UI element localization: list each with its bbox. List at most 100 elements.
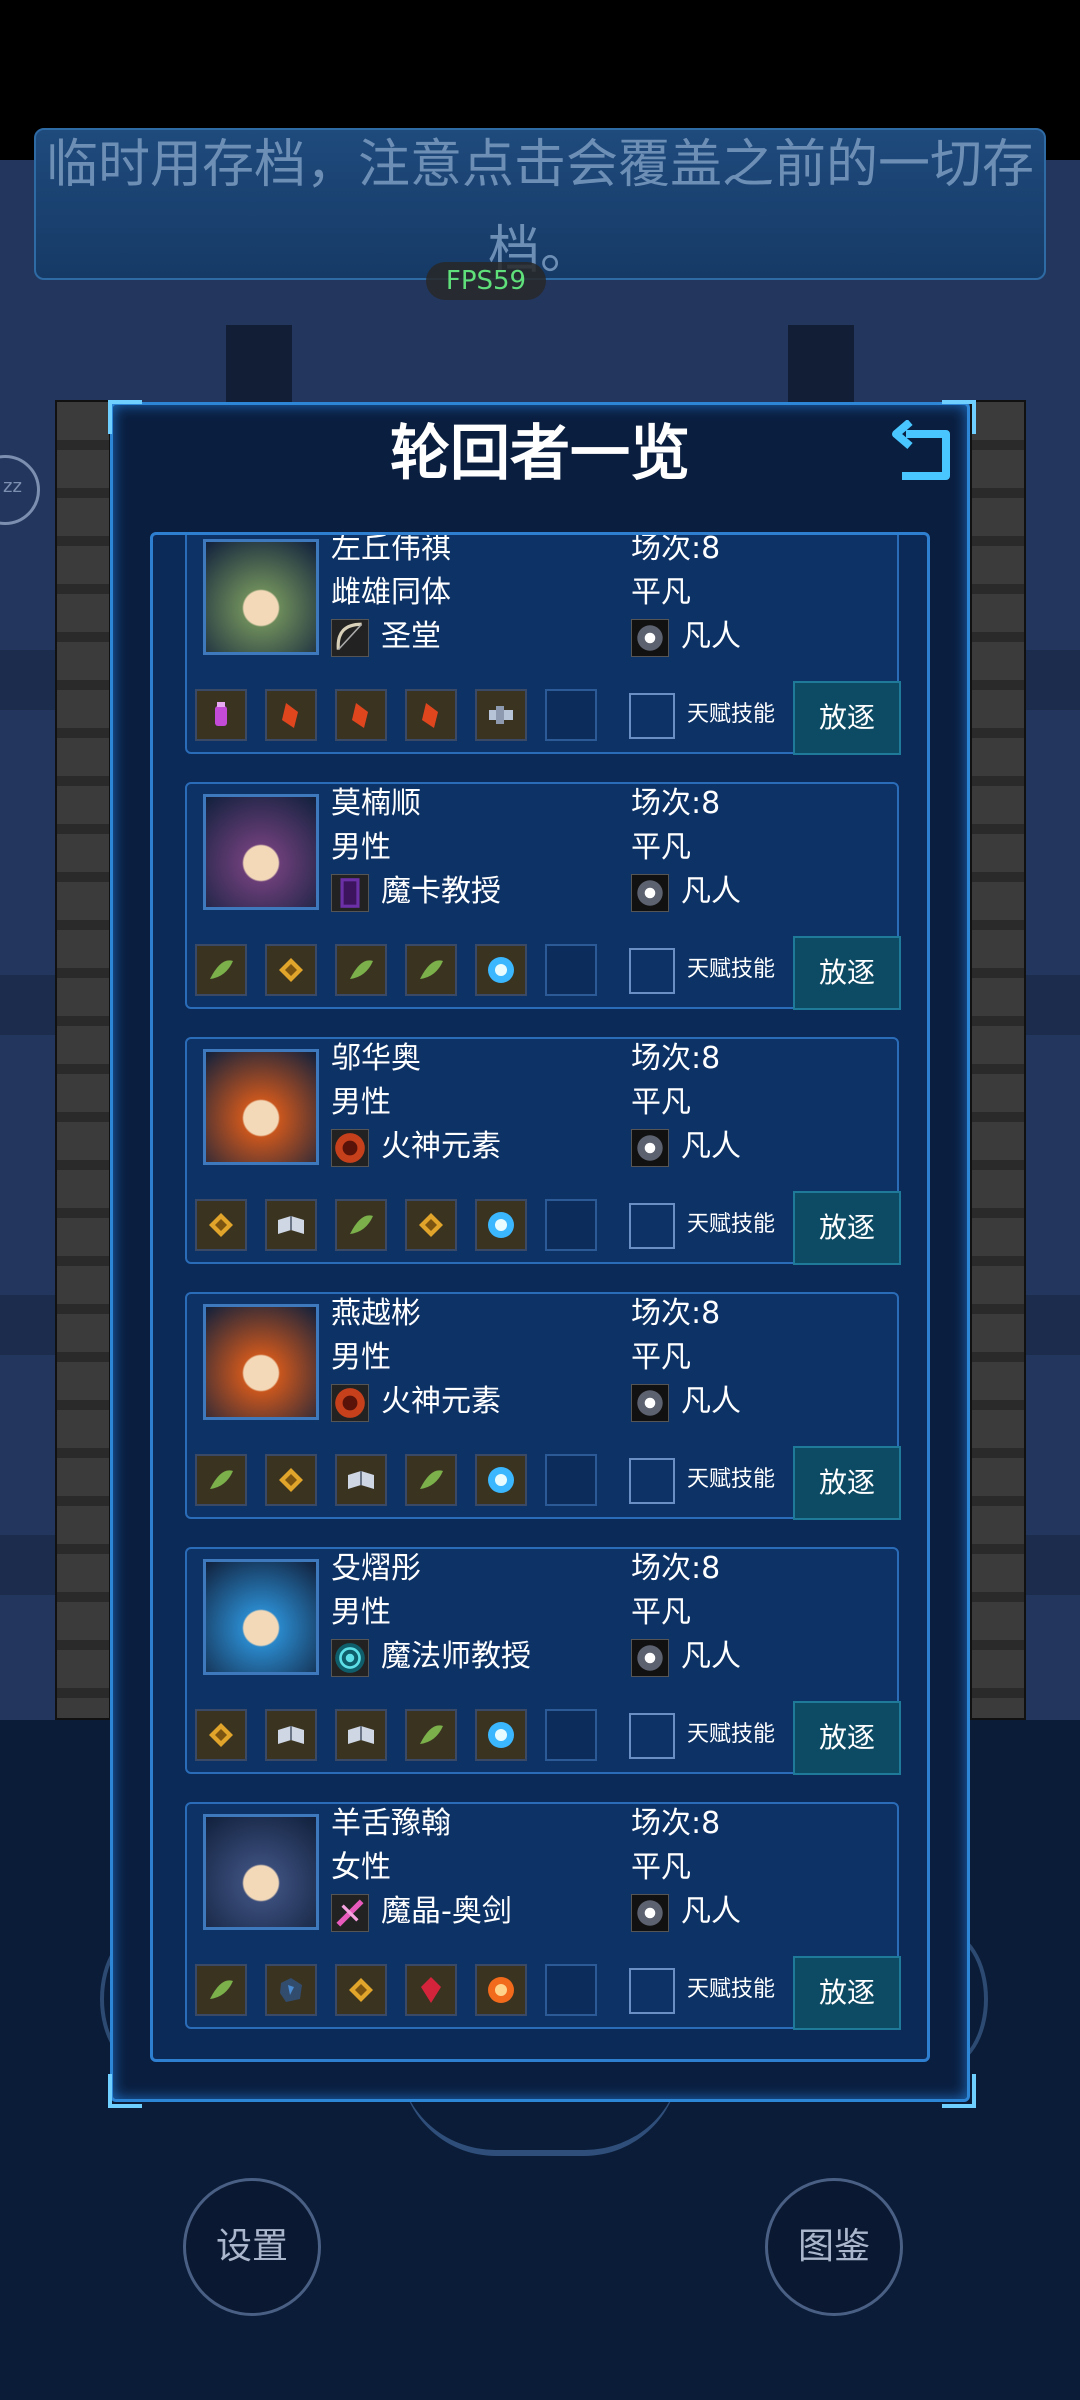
- character-class: 圣堂: [381, 619, 441, 654]
- right-wall: [970, 400, 1026, 1720]
- panel-title: 轮回者一览: [390, 419, 690, 489]
- equipment-slot[interactable]: [335, 1964, 387, 2016]
- talent-skill-slot[interactable]: [629, 693, 675, 739]
- equipment-slot[interactable]: [475, 1199, 527, 1251]
- back-arrow-icon[interactable]: [888, 420, 958, 490]
- character-gender: 男性: [331, 1085, 391, 1120]
- equipment-slot[interactable]: [265, 944, 317, 996]
- card-icon: [331, 874, 369, 912]
- equipment-slot[interactable]: [405, 1454, 457, 1506]
- settings-button[interactable]: 设置: [183, 2178, 321, 2316]
- empty-equipment-slot[interactable]: [545, 1964, 597, 2016]
- talent-skill-label: 天赋技能: [687, 702, 776, 727]
- character-card[interactable]: 左丘伟祺 雌雄同体 圣堂 场次:8 平凡 凡人 天赋技能 放逐: [185, 532, 901, 755]
- fire-face-icon: [331, 1129, 369, 1167]
- equipment-slot[interactable]: [405, 1199, 457, 1251]
- bow-icon: [331, 619, 369, 657]
- equipment-slot[interactable]: [195, 1709, 247, 1761]
- empty-equipment-slot[interactable]: [545, 689, 597, 741]
- equipment-slot[interactable]: [265, 1454, 317, 1506]
- character-card[interactable]: 燕越彬 男性 火神元素 场次:8 平凡 凡人 天赋技能 放逐: [185, 1292, 901, 1520]
- light-burst-icon: [488, 1722, 514, 1748]
- codex-button[interactable]: 图鉴: [765, 2178, 903, 2316]
- equipment-slot[interactable]: [335, 944, 387, 996]
- equipment-slot[interactable]: [265, 1199, 317, 1251]
- leaf-icon: [210, 960, 233, 979]
- equipment-slot[interactable]: [405, 1964, 457, 2016]
- pillar: [788, 325, 854, 405]
- rounds-count: 场次:8: [631, 1806, 721, 1841]
- amber-icon: [279, 958, 303, 982]
- equipment-slot[interactable]: [195, 1964, 247, 2016]
- exile-button[interactable]: 放逐: [793, 1701, 901, 1775]
- empty-equipment-slot[interactable]: [545, 944, 597, 996]
- character-name: 燕越彬: [331, 1296, 421, 1331]
- equipment-slot[interactable]: [195, 944, 247, 996]
- character-name: 左丘伟祺: [331, 532, 451, 566]
- exile-button[interactable]: 放逐: [793, 1191, 901, 1265]
- panel-corner: [108, 2074, 142, 2108]
- left-wall: [55, 400, 111, 1720]
- swirl-icon: [331, 1639, 369, 1677]
- character-portrait[interactable]: [203, 1814, 319, 1930]
- equipment-slot[interactable]: [475, 944, 527, 996]
- equipment-slot[interactable]: [475, 1709, 527, 1761]
- talent-skill-slot[interactable]: [629, 1968, 675, 2014]
- equipment-slot[interactable]: [335, 1454, 387, 1506]
- character-card[interactable]: 邬华奥 男性 火神元素 场次:8 平凡 凡人 天赋技能 放逐: [185, 1037, 901, 1265]
- character-card[interactable]: 殳熠彤 男性 魔法师教授 场次:8 平凡 凡人 天赋技能 放逐: [185, 1547, 901, 1775]
- character-portrait[interactable]: [203, 1304, 319, 1420]
- exile-button[interactable]: 放逐: [793, 1956, 901, 2030]
- equipment-slot[interactable]: [335, 1709, 387, 1761]
- empty-equipment-slot[interactable]: [545, 1709, 597, 1761]
- empty-equipment-slot[interactable]: [545, 1199, 597, 1251]
- gadget-icon: [489, 706, 513, 724]
- talent-skill-label: 天赋技能: [687, 1212, 776, 1237]
- sleep-label: zz: [3, 476, 22, 497]
- exile-button[interactable]: 放逐: [793, 936, 901, 1010]
- light-burst-icon: [488, 1467, 514, 1493]
- character-list[interactable]: 左丘伟祺 雌雄同体 圣堂 场次:8 平凡 凡人 天赋技能 放逐 莫楠顺 男性 魔卡教授 场次:8 平凡凡…: [150, 532, 930, 2062]
- exile-button[interactable]: 放逐: [793, 1446, 901, 1520]
- equipment-slot[interactable]: [195, 1454, 247, 1506]
- character-name: 莫楠顺: [331, 786, 421, 821]
- equipment-slot[interactable]: [265, 1709, 317, 1761]
- exile-button[interactable]: 放逐: [793, 681, 901, 755]
- fire-burst-icon: [488, 1977, 514, 2003]
- character-name: 邬华奥: [331, 1041, 421, 1076]
- equipment-slot[interactable]: [405, 944, 457, 996]
- leaf-icon: [420, 960, 443, 979]
- character-card[interactable]: 羊舌豫翰 女性 魔晶-奥剑 场次:8 平凡 凡人 天赋技能 放逐: [185, 1802, 901, 2030]
- empty-equipment-slot[interactable]: [545, 1454, 597, 1506]
- equipment-slot[interactable]: [195, 1199, 247, 1251]
- character-card[interactable]: 莫楠顺 男性 魔卡教授 场次:8 平凡 凡人 天赋技能 放逐: [185, 782, 901, 1010]
- pillar: [226, 325, 292, 405]
- character-portrait[interactable]: [203, 1049, 319, 1165]
- equipment-slot[interactable]: [475, 1454, 527, 1506]
- character-class: 魔法师教授: [381, 1639, 531, 1674]
- amber-icon: [209, 1213, 233, 1237]
- equipment-slot[interactable]: [475, 1964, 527, 2016]
- equipment-slot[interactable]: [405, 1709, 457, 1761]
- equipment-slot[interactable]: [265, 689, 317, 741]
- character-portrait[interactable]: [203, 1559, 319, 1675]
- character-portrait[interactable]: [203, 539, 319, 655]
- rounds-count: 场次:8: [631, 532, 721, 566]
- mortal-rank-icon: [631, 1894, 669, 1932]
- mortal-rank-icon: [631, 619, 669, 657]
- equipment-slot[interactable]: [405, 689, 457, 741]
- amber-icon: [419, 1213, 443, 1237]
- equipment-slot[interactable]: [335, 689, 387, 741]
- equipment-slot[interactable]: [265, 1964, 317, 2016]
- talent-skill-slot[interactable]: [629, 1713, 675, 1759]
- equipment-slot[interactable]: [475, 689, 527, 741]
- talent-skill-slot[interactable]: [629, 948, 675, 994]
- character-portrait[interactable]: [203, 794, 319, 910]
- talent-skill-slot[interactable]: [629, 1203, 675, 1249]
- rank-label: 凡人: [681, 874, 741, 909]
- rounds-count: 场次:8: [631, 1551, 721, 1586]
- talent-skill-slot[interactable]: [629, 1458, 675, 1504]
- equipment-slot[interactable]: [195, 689, 247, 741]
- equipment-slot[interactable]: [335, 1199, 387, 1251]
- leaf-icon: [210, 1470, 233, 1489]
